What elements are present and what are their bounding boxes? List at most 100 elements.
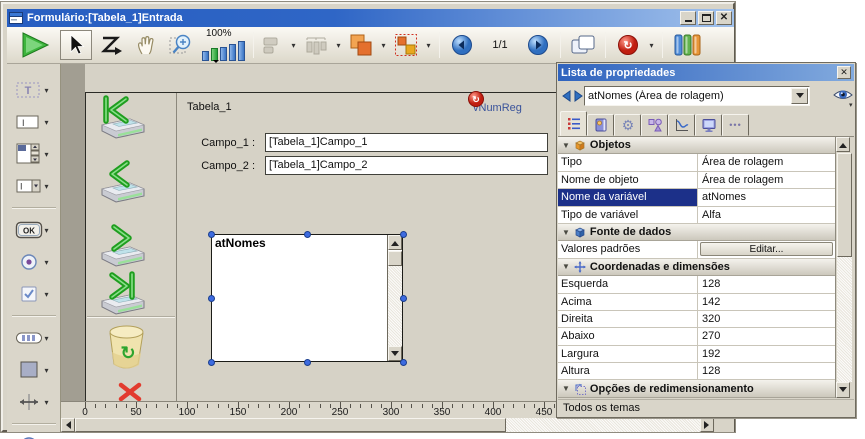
- chevron-down-icon[interactable]: ▾: [45, 182, 53, 191]
- property-value[interactable]: 192: [698, 346, 835, 362]
- zoom-bar-400[interactable]: [229, 44, 236, 61]
- pointer-tool-button[interactable]: [60, 30, 92, 60]
- scroll-right-button[interactable]: [700, 418, 714, 432]
- property-row[interactable]: Esquerda128: [558, 276, 835, 293]
- group-button[interactable]: [391, 30, 421, 60]
- tab-more[interactable]: •••: [722, 114, 749, 136]
- chevron-down-icon[interactable]: ▾: [45, 226, 53, 235]
- align-button[interactable]: [260, 30, 286, 60]
- chevron-down-icon[interactable]: ▾: [45, 290, 53, 299]
- collapse-triangle-icon[interactable]: ▼: [562, 384, 570, 393]
- selection-handle[interactable]: [304, 231, 311, 238]
- distribute-dropdown-arrow[interactable]: ▾: [334, 41, 343, 50]
- insert-fields-dropdown-arrow[interactable]: ▾: [647, 41, 656, 50]
- combo-box-tool[interactable]: I: [15, 175, 43, 197]
- editar-button[interactable]: Editar...: [700, 242, 833, 256]
- object-selector-combo[interactable]: atNomes (Área de rolagem): [584, 86, 810, 106]
- panel-scrollbar[interactable]: [835, 137, 852, 398]
- property-section-header[interactable]: ▼Coordenadas e dimensões: [558, 259, 835, 276]
- maximize-button[interactable]: [698, 11, 714, 25]
- input-tool[interactable]: I: [15, 111, 43, 133]
- collapse-triangle-icon[interactable]: ▼: [562, 141, 570, 150]
- selection-handle[interactable]: [208, 295, 215, 302]
- variable-badge-icon[interactable]: ↻: [468, 91, 484, 112]
- panel-close-button[interactable]: ✕: [837, 66, 851, 79]
- property-row[interactable]: TipoÁrea de rolagem: [558, 154, 835, 171]
- property-row[interactable]: Direita320: [558, 311, 835, 328]
- property-section-header[interactable]: ▼Objetos: [558, 137, 835, 154]
- collapse-triangle-icon[interactable]: ▼: [562, 228, 570, 237]
- chevron-down-icon[interactable]: ▾: [45, 86, 53, 95]
- selection-handle[interactable]: [400, 231, 407, 238]
- radio-button-tool[interactable]: [15, 251, 43, 273]
- group-dropdown-arrow[interactable]: ▾: [424, 41, 433, 50]
- property-row[interactable]: Tipo de variávelAlfa: [558, 207, 835, 224]
- property-value[interactable]: 128: [698, 276, 835, 292]
- property-section-header[interactable]: ▼Opções de redimensionamento: [558, 380, 835, 397]
- layers-dropdown-arrow[interactable]: ▾: [379, 41, 388, 50]
- selection-handle[interactable]: [304, 359, 311, 366]
- property-value[interactable]: Alfa: [698, 207, 835, 223]
- zoom-tool-button[interactable]: [165, 30, 197, 60]
- minimize-button[interactable]: [680, 11, 696, 25]
- chevron-down-icon[interactable]: ▾: [45, 150, 53, 159]
- splitter-tool[interactable]: [15, 391, 43, 413]
- next-page-button[interactable]: [522, 30, 554, 60]
- zoom-bar-800[interactable]: [238, 41, 245, 61]
- tab-events[interactable]: [668, 114, 695, 136]
- property-value[interactable]: 142: [698, 294, 835, 310]
- distribute-button[interactable]: [301, 30, 331, 60]
- property-row[interactable]: Nome de objetoÁrea de rolagem: [558, 172, 835, 189]
- chevron-down-icon[interactable]: ▾: [45, 398, 53, 407]
- zoom-bar-100-selected[interactable]: [211, 48, 218, 61]
- property-row[interactable]: Altura128: [558, 363, 835, 380]
- property-value[interactable]: 128: [698, 363, 835, 379]
- property-row[interactable]: Valores padrõesEditar...: [558, 241, 835, 258]
- scrollbar-track[interactable]: [837, 257, 852, 382]
- button-grid-tool[interactable]: [15, 327, 43, 349]
- property-value[interactable]: 320: [698, 311, 835, 327]
- property-value[interactable]: Área de rolagem: [698, 154, 835, 170]
- align-dropdown-arrow[interactable]: ▾: [289, 41, 298, 50]
- scroll-left-button[interactable]: [61, 418, 75, 432]
- button-tool[interactable]: OK: [15, 219, 43, 241]
- layers-button[interactable]: [346, 30, 376, 60]
- insert-fields-button[interactable]: ↻: [612, 30, 644, 60]
- check-box-tool[interactable]: [15, 283, 43, 305]
- tab-display[interactable]: [695, 114, 722, 136]
- plugin-area-tool[interactable]: [15, 435, 43, 439]
- close-button[interactable]: ✕: [716, 11, 732, 25]
- property-row[interactable]: Acima142: [558, 294, 835, 311]
- chevron-down-icon[interactable]: ▾: [45, 258, 53, 267]
- selection-handle[interactable]: [400, 359, 407, 366]
- selection-handle[interactable]: [208, 231, 215, 238]
- object-navigation-arrows[interactable]: [562, 89, 583, 103]
- previous-page-button[interactable]: [446, 30, 478, 60]
- property-value[interactable]: Área de rolagem: [698, 172, 835, 188]
- scrollbar-thumb[interactable]: [75, 418, 506, 432]
- execute-form-button[interactable]: [13, 30, 57, 60]
- property-row[interactable]: Nome da variávelatNomes: [558, 189, 835, 206]
- scrollbar-thumb[interactable]: [837, 153, 852, 257]
- property-value[interactable]: atNomes: [698, 189, 835, 205]
- list-box-tool[interactable]: [15, 143, 43, 165]
- property-value[interactable]: Editar...: [698, 241, 835, 257]
- property-value[interactable]: 270: [698, 328, 835, 344]
- scrollbar-track[interactable]: [506, 418, 700, 432]
- zoom-bar-200[interactable]: [220, 47, 227, 61]
- hand-tool-button[interactable]: [130, 30, 162, 60]
- property-section-header[interactable]: ▼Fonte de dados: [558, 224, 835, 241]
- static-text-tool[interactable]: T: [15, 79, 43, 101]
- collapse-triangle-icon[interactable]: ▼: [562, 262, 570, 271]
- chevron-down-icon[interactable]: ▾: [45, 366, 53, 375]
- rectangle-tool[interactable]: [15, 359, 43, 381]
- combo-dropdown-button[interactable]: [791, 88, 808, 104]
- window-titlebar[interactable]: Formulário:[Tabela_1]Entrada ✕: [7, 9, 734, 27]
- scroll-up-button[interactable]: [836, 137, 850, 152]
- selection-handle[interactable]: [400, 295, 407, 302]
- chevron-down-icon[interactable]: ▾: [45, 118, 53, 127]
- pages-button[interactable]: [567, 30, 599, 60]
- tab-settings[interactable]: ⚙: [614, 114, 641, 136]
- tab-properties[interactable]: [560, 111, 587, 136]
- property-row[interactable]: Largura192: [558, 346, 835, 363]
